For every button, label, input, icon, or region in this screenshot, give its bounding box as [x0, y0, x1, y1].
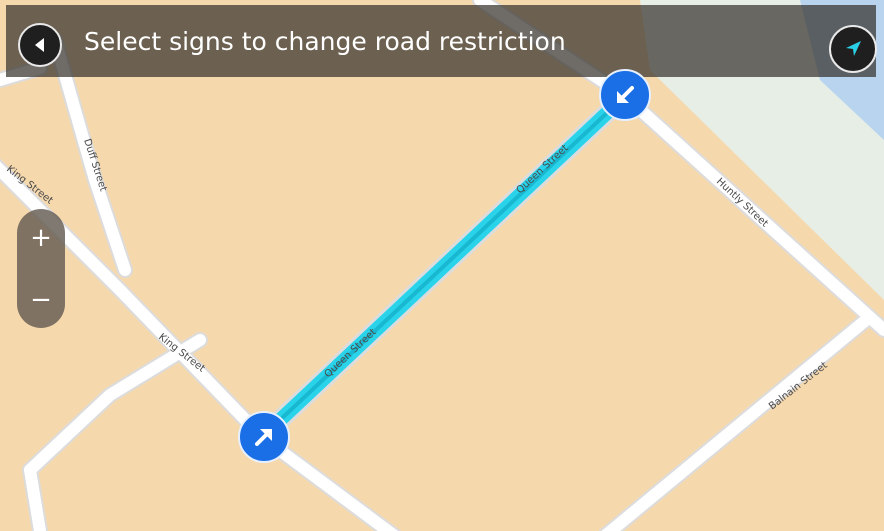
direction-arrow-up-right-icon: [255, 429, 272, 446]
zoom-control: + −: [17, 209, 65, 328]
road-restriction-sign-end[interactable]: [599, 69, 651, 121]
back-button[interactable]: [18, 23, 62, 67]
navigation-screen: Duff Street King Street King Street Quee…: [0, 0, 884, 531]
page-title: Select signs to change road restriction: [84, 27, 566, 56]
back-arrow-icon: [35, 38, 44, 52]
current-location-arrow-icon: [846, 41, 861, 56]
header-bar: Select signs to change road restriction: [6, 5, 877, 77]
direction-arrow-down-left-icon: [617, 86, 634, 103]
map-view[interactable]: Duff Street King Street King Street Quee…: [0, 0, 884, 531]
current-location-button[interactable]: [829, 25, 877, 73]
road-restriction-sign-start[interactable]: [238, 411, 290, 463]
zoom-in-button[interactable]: +: [17, 213, 65, 263]
zoom-out-button[interactable]: −: [17, 275, 65, 325]
